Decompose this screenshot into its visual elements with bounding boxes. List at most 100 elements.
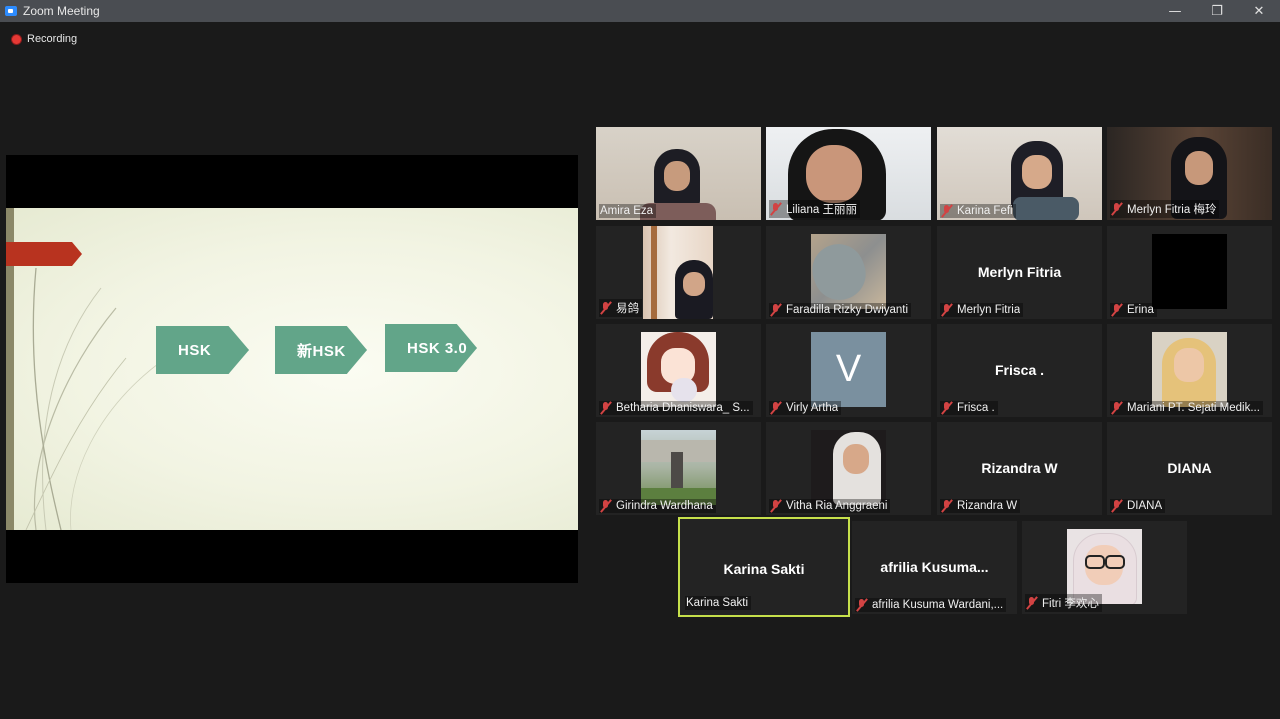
muted-mic-icon [770,500,782,512]
minimize-button[interactable]: — [1154,0,1196,22]
recording-label: Recording [27,33,78,45]
muted-mic-icon [600,402,612,414]
participant-label: Rizandra W [940,499,1021,513]
participant-label: Betharia Dhaniswara_ S... [599,401,753,415]
participant-tile[interactable]: Vitha Ria Anggraeni [766,422,931,515]
muted-mic-icon [1111,203,1123,215]
muted-mic-icon [941,500,953,512]
participant-name: DIANA [1127,500,1163,512]
participant-display-name: Rizandra W [981,460,1058,476]
participant-name: Girindra Wardhana [616,500,713,512]
participant-tile[interactable]: Merlyn Fitria 梅玲 [1107,127,1272,220]
participant-display-name: Merlyn Fitria [977,264,1062,280]
participant-label: Vitha Ria Anggraeni [769,499,891,513]
participant-tile[interactable]: Frisca . Frisca . [937,324,1102,417]
participant-label: Karina Fefi [940,204,1016,218]
profile-picture [811,430,886,505]
participant-label: Frisca . [940,401,998,415]
participant-label: Mariani PT. Sejati Medik... [1110,401,1263,415]
muted-mic-icon [1111,402,1123,414]
participant-label: Erina [1110,303,1157,317]
participant-name: 易鸽 [616,303,639,315]
muted-mic-icon [941,205,953,217]
participant-tile[interactable]: DIANA DIANA [1107,422,1272,515]
participant-display-name: DIANA [1167,460,1212,476]
profile-picture [804,234,886,309]
participant-tile[interactable]: 易鸽 [596,226,761,319]
profile-picture [1067,529,1142,604]
participant-tile[interactable]: Betharia Dhaniswara_ S... [596,324,761,417]
profile-picture [1152,332,1227,407]
participant-tile[interactable]: Liliana 王丽丽 [766,127,931,220]
participant-tile[interactable]: Mariani PT. Sejati Medik... [1107,324,1272,417]
shared-screen[interactable]: HSK 新HSK HSK 3.0 [6,155,578,583]
participant-name: Karina Fefi [957,205,1013,217]
participant-tile[interactable]: Faradilla Rizky Dwiyanti [766,226,931,319]
profile-picture [641,332,716,407]
muted-mic-icon [600,302,612,314]
participant-label: DIANA [1110,499,1166,513]
participant-name: Erina [1127,304,1154,316]
participant-display-name: Frisca . [994,362,1045,378]
participant-tile[interactable]: Erina [1107,226,1272,319]
participant-display-name: Karina Sakti [723,561,805,577]
participant-label: Faradilla Rizky Dwiyanti [769,303,912,317]
slide-accent-arrow [6,242,82,266]
participant-name: Merlyn Fitria [957,304,1021,316]
zoom-logo-icon [5,6,17,16]
recording-indicator[interactable]: Recording [12,33,77,45]
participant-tile-active-speaker[interactable]: Karina Sakti Karina Sakti [678,517,850,617]
participant-name: Mariani PT. Sejati Medik... [1127,402,1260,414]
participant-tile[interactable]: Merlyn Fitria Merlyn Fitria [937,226,1102,319]
muted-mic-icon [856,599,868,611]
participant-name: Fitri 李欢心 [1042,598,1099,610]
participant-label: Fitri 李欢心 [1025,594,1102,612]
participant-name: Faradilla Rizky Dwiyanti [786,304,909,316]
profile-picture [641,430,716,505]
participant-name: Vitha Ria Anggraeni [786,500,888,512]
muted-mic-icon [941,402,953,414]
muted-mic-icon [600,500,612,512]
participant-tile[interactable]: afrilia Kusuma... afrilia Kusuma Wardani… [852,521,1017,614]
participant-name: Liliana 王丽丽 [786,204,857,216]
muted-mic-icon [941,304,953,316]
record-icon [12,34,21,44]
muted-mic-icon [770,203,782,215]
participant-name: afrilia Kusuma Wardani,... [872,599,1004,611]
participant-tile[interactable]: Fitri 李欢心 [1022,521,1187,614]
window-title: Zoom Meeting [23,4,100,18]
participant-label: Girindra Wardhana [599,499,716,513]
participant-name: Rizandra W [957,500,1018,512]
muted-mic-icon [1026,597,1038,609]
participant-label: Amira Eza [599,204,657,218]
muted-mic-icon [770,402,782,414]
participant-label: Merlyn Fitria [940,303,1024,317]
participant-name: Amira Eza [600,205,654,217]
participant-name: Merlyn Fitria 梅玲 [1127,204,1217,216]
video-feed [643,226,713,319]
participant-label: 易鸽 [599,299,642,317]
maximize-button[interactable]: ❐ [1196,0,1238,22]
participant-name: Karina Sakti [686,597,749,609]
participant-tile[interactable]: V Virly Artha [766,324,931,417]
profile-picture [1152,234,1227,309]
participant-tile[interactable]: Amira Eza [596,127,761,220]
participant-tile[interactable]: Rizandra W Rizandra W [937,422,1102,515]
avatar: V [811,332,886,407]
participant-name: Betharia Dhaniswara_ S... [616,402,750,414]
presentation-slide: HSK 新HSK HSK 3.0 [6,208,578,530]
participant-label: Karina Sakti [685,596,752,610]
participant-name: Frisca . [957,402,995,414]
close-button[interactable]: ✕ [1238,0,1280,22]
participant-tile[interactable]: Karina Fefi [937,127,1102,220]
participant-label: afrilia Kusuma Wardani,... [855,598,1007,612]
muted-mic-icon [770,304,782,316]
participant-name: Virly Artha [786,402,839,414]
participant-display-name: afrilia Kusuma... [880,559,989,575]
participant-tile[interactable]: Girindra Wardhana [596,422,761,515]
muted-mic-icon [1111,500,1123,512]
muted-mic-icon [1111,304,1123,316]
title-bar: Zoom Meeting — ❐ ✕ [0,0,1280,22]
participant-label: Virly Artha [769,401,842,415]
participant-label: Merlyn Fitria 梅玲 [1110,200,1220,218]
